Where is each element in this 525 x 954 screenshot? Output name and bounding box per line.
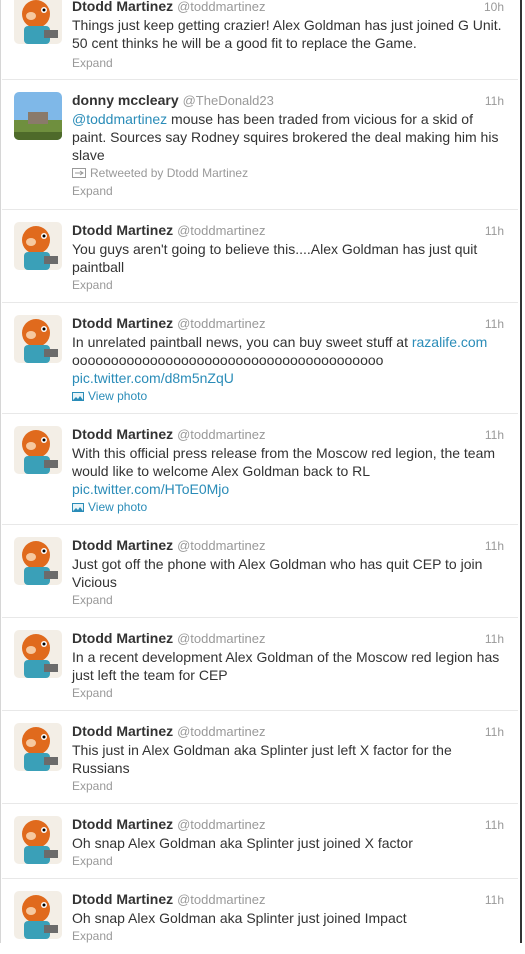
expand-link[interactable]: Expand: [72, 278, 113, 292]
expand-link[interactable]: Expand: [72, 686, 113, 700]
cartoon-avatar-icon: [14, 723, 62, 771]
avatar[interactable]: [14, 630, 62, 678]
cartoon-avatar-icon: [14, 630, 62, 678]
tweet[interactable]: donny mccleary @TheDonald23 11h @toddmart…: [2, 80, 518, 210]
expand-link[interactable]: Expand: [72, 56, 113, 70]
author-handle[interactable]: @TheDonald23: [183, 93, 274, 108]
author-name[interactable]: Dtodd Martinez: [72, 630, 173, 646]
author-name[interactable]: donny mccleary: [72, 92, 179, 108]
avatar[interactable]: [14, 723, 62, 771]
avatar[interactable]: [14, 816, 62, 864]
author-handle[interactable]: @toddmartinez: [177, 724, 265, 739]
tweet[interactable]: Dtodd Martinez @toddmartinez 11h With thi…: [2, 414, 518, 525]
avatar[interactable]: [14, 315, 62, 363]
tweet-text: In a recent development Alex Goldman of …: [72, 649, 500, 683]
tweet[interactable]: Dtodd Martinez @toddmartinez 11h Just got…: [2, 525, 518, 618]
photo-icon: [72, 501, 84, 515]
timestamp[interactable]: 11h: [485, 317, 504, 331]
avatar[interactable]: [14, 92, 62, 140]
author-handle[interactable]: @toddmartinez: [177, 538, 265, 553]
timestamp[interactable]: 11h: [485, 893, 504, 907]
author-handle[interactable]: @toddmartinez: [177, 892, 265, 907]
mention-link[interactable]: @toddmartinez: [72, 111, 167, 127]
tweet-body: In unrelated paintball news, you can buy…: [72, 334, 412, 350]
timestamp[interactable]: 11h: [485, 539, 504, 553]
author-name[interactable]: Dtodd Martinez: [72, 222, 173, 238]
avatar[interactable]: [14, 537, 62, 585]
author-name[interactable]: Dtodd Martinez: [72, 426, 173, 442]
tweet-text: You guys aren't going to believe this...…: [72, 241, 478, 275]
expand-link[interactable]: Expand: [72, 593, 113, 607]
expand-link[interactable]: Expand: [72, 779, 113, 793]
tweet-body-continued: oooooooooooooooooooooooooooooooooooooooo: [72, 352, 384, 368]
avatar[interactable]: [14, 0, 62, 44]
timestamp[interactable]: 11h: [485, 632, 504, 646]
author-handle[interactable]: @toddmartinez: [177, 223, 265, 238]
avatar[interactable]: [14, 222, 62, 270]
tweet[interactable]: Dtodd Martinez @toddmartinez 11h In unrel…: [2, 303, 518, 414]
expand-link[interactable]: Expand: [72, 854, 113, 868]
author-name[interactable]: Dtodd Martinez: [72, 891, 173, 907]
timestamp[interactable]: 11h: [485, 224, 504, 238]
author-name[interactable]: Dtodd Martinez: [72, 0, 173, 14]
author-handle[interactable]: @toddmartinez: [177, 631, 265, 646]
photo-link[interactable]: pic.twitter.com/HToE0Mjo: [72, 481, 229, 497]
author-handle[interactable]: @toddmartinez: [177, 817, 265, 832]
author-name[interactable]: Dtodd Martinez: [72, 537, 173, 553]
tweet[interactable]: Dtodd Martinez @toddmartinez 11h In a rec…: [2, 618, 518, 711]
author-name[interactable]: Dtodd Martinez: [72, 816, 173, 832]
cartoon-avatar-icon: [14, 0, 62, 44]
timestamp[interactable]: 11h: [485, 725, 504, 739]
expand-link[interactable]: Expand: [72, 184, 113, 198]
tweet[interactable]: Dtodd Martinez @toddmartinez 10h Things j…: [2, 0, 518, 80]
photo-icon: [72, 390, 84, 404]
author-name[interactable]: Dtodd Martinez: [72, 315, 173, 331]
expand-link[interactable]: Expand: [72, 929, 113, 943]
tweet-text: Things just keep getting crazier! Alex G…: [72, 17, 502, 51]
tweet-text: This just in Alex Goldman aka Splinter j…: [72, 742, 452, 776]
author-handle[interactable]: @toddmartinez: [177, 316, 265, 331]
cartoon-avatar-icon: [14, 537, 62, 585]
tweet-text: Just got off the phone with Alex Goldman…: [72, 556, 483, 590]
cartoon-avatar-icon: [14, 816, 62, 864]
cartoon-avatar-icon: [14, 891, 62, 939]
author-handle[interactable]: @toddmartinez: [177, 0, 265, 14]
cartoon-avatar-icon: [14, 315, 62, 363]
tweet-text: With this official press release from th…: [72, 444, 504, 498]
tweet-body: With this official press release from th…: [72, 445, 496, 479]
avatar[interactable]: [14, 426, 62, 474]
tweet[interactable]: Dtodd Martinez @toddmartinez 11h Oh snap …: [2, 804, 518, 879]
retweeted-label: Retweeted by Dtodd Martinez: [72, 166, 248, 181]
photo-link[interactable]: pic.twitter.com/d8m5nZqU: [72, 370, 234, 386]
tweet[interactable]: Dtodd Martinez @toddmartinez 11h This jus…: [2, 711, 518, 804]
timestamp[interactable]: 11h: [485, 818, 504, 832]
avatar[interactable]: [14, 891, 62, 939]
timestamp[interactable]: 11h: [485, 428, 504, 442]
tweet-text: In unrelated paintball news, you can buy…: [72, 333, 504, 387]
tweet-text: @toddmartinez mouse has been traded from…: [72, 110, 504, 164]
author-name[interactable]: Dtodd Martinez: [72, 723, 173, 739]
timeline: Dtodd Martinez @toddmartinez 10h Things j…: [0, 0, 522, 943]
cartoon-avatar-icon: [14, 222, 62, 270]
landscape-avatar-icon: [14, 92, 62, 140]
retweet-icon: [72, 167, 86, 181]
timestamp[interactable]: 10h: [484, 0, 504, 14]
view-photo-link[interactable]: View photo: [72, 389, 147, 404]
tweet-text: Oh snap Alex Goldman aka Splinter just j…: [72, 910, 407, 926]
view-photo-link[interactable]: View photo: [72, 500, 147, 515]
tweet-text: Oh snap Alex Goldman aka Splinter just j…: [72, 835, 413, 851]
tweet[interactable]: Dtodd Martinez @toddmartinez 11h You guys…: [2, 210, 518, 303]
timestamp[interactable]: 11h: [485, 94, 504, 108]
website-link[interactable]: razalife.com: [412, 334, 487, 350]
cartoon-avatar-icon: [14, 426, 62, 474]
author-handle[interactable]: @toddmartinez: [177, 427, 265, 442]
